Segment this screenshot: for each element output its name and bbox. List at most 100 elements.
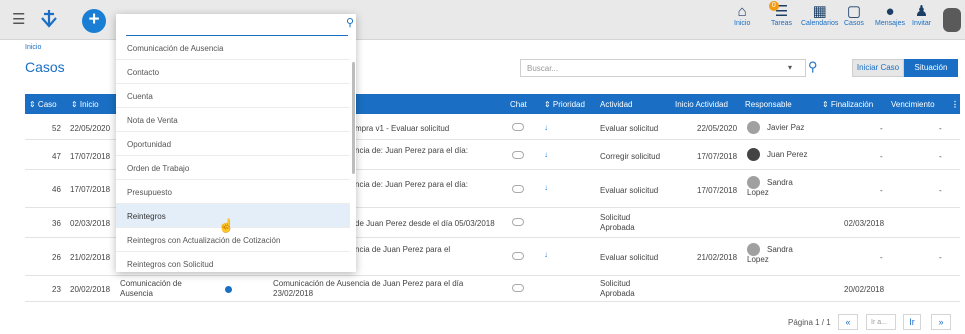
start-case-button[interactable]: Iniciar Caso	[852, 59, 904, 77]
nav-home-label: Inicio	[734, 20, 751, 27]
table-row[interactable]: 23 20/02/2018 Comunicación de Ausencia C…	[25, 276, 960, 302]
search-icon[interactable]: ⚲	[808, 59, 818, 75]
priority-arrow-down-icon: ↓	[544, 150, 548, 159]
case-number: 52	[52, 124, 61, 133]
column-header-inicio[interactable]: ⇕ Inicio	[71, 100, 99, 109]
search-input[interactable]: Buscar...	[520, 59, 806, 77]
dropdown-item[interactable]: Reintegros con Solicitud	[116, 252, 350, 272]
case-description: de Juan Perez desde el día 05/03/2018	[355, 219, 495, 228]
finalization-date: -	[880, 124, 883, 133]
page-title: Casos	[25, 59, 65, 75]
dropdown-item[interactable]: Contacto	[116, 60, 350, 84]
situation-button[interactable]: Situación	[904, 59, 958, 77]
case-description: Comunicación de Ausencia de Juan Perez p…	[273, 279, 464, 298]
case-description: ncia de Juan Perez para el	[355, 245, 451, 254]
hand-cursor-icon: ☝	[218, 218, 235, 233]
due-date: -	[939, 124, 942, 133]
case-start-date: 17/07/2018	[70, 152, 111, 161]
status-dot-icon	[225, 286, 232, 293]
search-dropdown-caret-icon[interactable]: ▾	[788, 63, 792, 72]
search-icon[interactable]: ⚲	[346, 16, 354, 29]
go-button[interactable]: Ir	[903, 314, 921, 330]
activity-name[interactable]: Corregir solicitud	[600, 152, 660, 161]
nav-messages-label: Mensajes	[875, 20, 905, 27]
column-header-vencimiento[interactable]: Vencimiento	[891, 100, 935, 109]
case-number: 23	[52, 285, 61, 294]
case-description: ncia de: Juan Perez para el día:	[355, 146, 468, 155]
activity-start-date: 17/07/2018	[697, 186, 738, 195]
dropdown-item[interactable]: Orden de Trabajo	[116, 156, 350, 180]
column-header-inicio-actividad[interactable]: Inicio Actividad	[675, 100, 728, 109]
activity-start-date: 22/05/2020	[697, 124, 738, 133]
column-options-icon[interactable]: ⋮	[951, 100, 959, 109]
activity-name[interactable]: Evaluar solicitud	[600, 253, 658, 262]
responsible-name: Javier Paz	[767, 123, 805, 132]
finalization-date: 20/02/2018	[844, 285, 885, 294]
process-dropdown: ⚲ Comunicación de Ausencia Contacto Cuen…	[116, 14, 356, 272]
dropdown-item[interactable]: Comunicación de Ausencia	[116, 36, 350, 60]
prev-page-button[interactable]: «	[838, 314, 858, 330]
nav-calendars-label: Calendarios	[801, 20, 839, 27]
dropdown-item[interactable]: Oportunidad	[116, 132, 350, 156]
dropdown-item[interactable]: Cuenta	[116, 84, 350, 108]
case-number: 46	[52, 185, 61, 194]
nav-tasks[interactable]: ☰ 0 Tareas	[768, 1, 792, 27]
dropdown-item[interactable]: Presupuesto	[116, 180, 350, 204]
messages-icon: ●	[885, 3, 895, 20]
column-header-caso[interactable]: ⇕ Caso	[29, 100, 57, 109]
chat-icon[interactable]	[512, 185, 524, 193]
due-date: -	[939, 186, 942, 195]
activity-name[interactable]: Evaluar solicitud	[600, 124, 658, 133]
tasks-badge: 0	[768, 1, 779, 11]
chat-icon[interactable]	[512, 151, 524, 159]
hamburger-menu-icon[interactable]: ☰	[12, 12, 25, 27]
priority-arrow-down-icon: ↓	[544, 123, 548, 132]
case-start-date: 02/03/2018	[70, 219, 111, 228]
breadcrumb[interactable]: Inicio	[25, 44, 41, 51]
activity-name[interactable]: Solicitud Aprobada	[600, 279, 660, 299]
goto-page-input[interactable]: Ir a...	[866, 314, 896, 330]
chat-icon[interactable]	[512, 123, 524, 131]
column-header-finalizacion[interactable]: ⇕ Finalización	[822, 100, 873, 109]
chat-icon[interactable]	[512, 218, 524, 226]
home-icon: ⌂	[737, 3, 747, 20]
chat-icon[interactable]	[512, 252, 524, 260]
nav-cases-label: Casos	[844, 20, 864, 27]
dropdown-item[interactable]: Nota de Venta	[116, 108, 350, 132]
nav-invite[interactable]: ♟ Invitar	[912, 3, 931, 27]
chat-icon[interactable]	[512, 284, 524, 292]
add-new-button[interactable]: +	[82, 9, 106, 33]
nav-messages[interactable]: ● Mensajes	[875, 3, 905, 27]
column-header-responsable[interactable]: Responsable	[745, 100, 792, 109]
nav-cases[interactable]: ▢ Casos	[844, 3, 864, 27]
user-avatar[interactable]	[943, 8, 961, 32]
next-page-button[interactable]: »	[931, 314, 951, 330]
nav-calendars[interactable]: ▦ Calendarios	[801, 3, 838, 27]
column-header-prioridad[interactable]: ⇕ Prioridad	[544, 100, 585, 109]
activity-name[interactable]: Evaluar solicitud	[600, 186, 658, 195]
case-type: Comunicación de Ausencia	[120, 279, 182, 298]
case-number: 26	[52, 253, 61, 262]
case-description: mpra v1 - Evaluar solicitud	[355, 124, 450, 133]
tasks-icon: ☰ 0	[768, 1, 788, 20]
activity-name[interactable]: Solicitud Aprobada	[600, 213, 660, 233]
dropdown-search-input[interactable]	[126, 18, 348, 36]
dropdown-scrollbar[interactable]	[352, 62, 355, 174]
responsible-name: Sandra Lopez	[747, 178, 793, 197]
nav-home[interactable]: ⌂ Inicio	[734, 3, 750, 27]
column-header-actividad[interactable]: Actividad	[600, 100, 632, 109]
due-date: -	[939, 253, 942, 262]
case-start-date: 21/02/2018	[70, 253, 111, 262]
column-header-chat[interactable]: Chat	[510, 100, 527, 109]
app-logo-icon[interactable]	[38, 8, 60, 30]
case-start-date: 20/02/2018	[70, 285, 111, 294]
priority-arrow-down-icon: ↓	[544, 183, 548, 192]
case-description: ncia de: Juan Perez para el día:	[355, 180, 468, 189]
invite-icon: ♟	[914, 3, 929, 20]
case-number: 47	[52, 152, 61, 161]
finalization-date: -	[880, 152, 883, 161]
activity-start-date: 17/07/2018	[697, 152, 738, 161]
activity-start-date: 21/02/2018	[697, 253, 738, 262]
nav-invite-label: Invitar	[912, 20, 932, 27]
calendar-icon: ▦	[812, 3, 827, 20]
